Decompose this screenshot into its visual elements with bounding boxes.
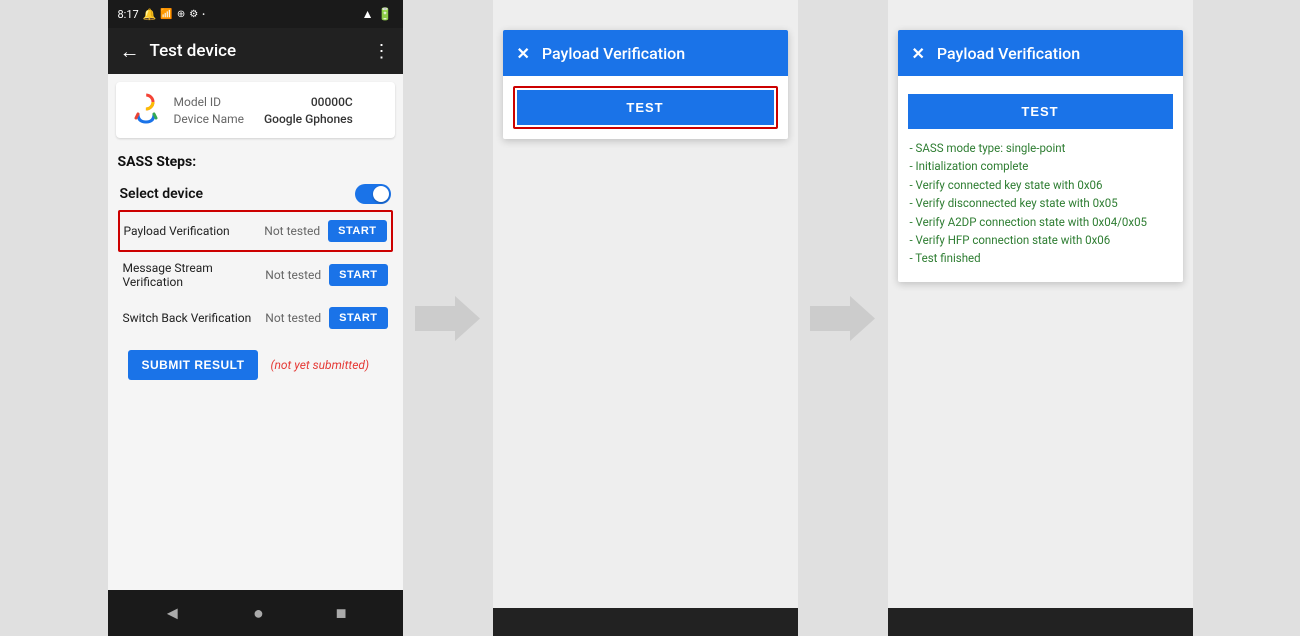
- dialog-header-1: ✕ Payload Verification: [503, 30, 788, 76]
- settings-icon: ⚙: [189, 9, 198, 20]
- submit-section: SUBMIT RESULT (not yet submitted): [118, 338, 393, 392]
- dialog-body-2: TEST - SASS mode type: single-point - In…: [898, 76, 1183, 282]
- notification-icon: 🔔: [143, 8, 157, 21]
- dialog-box-1: ✕ Payload Verification TEST: [503, 30, 788, 139]
- start-button-payload[interactable]: START: [328, 220, 386, 242]
- dialog-bottom-bar-2: [888, 608, 1193, 636]
- step-name-switchback: Switch Back Verification: [123, 311, 258, 325]
- status-right: ▲ 🔋: [362, 7, 393, 21]
- back-button[interactable]: ←: [120, 39, 140, 64]
- model-id-label: Model ID: [174, 95, 221, 109]
- dialog-bottom-bar-1: [493, 608, 798, 636]
- device-logo: [128, 92, 164, 128]
- time-display: 8:17: [118, 8, 139, 21]
- location-icon: ⊕: [177, 9, 185, 20]
- model-id-value: 00000C: [311, 95, 353, 109]
- step-row-message: Message StreamVerification Not tested ST…: [118, 252, 393, 298]
- device-info-card: Model ID 00000C Device Name Google Gphon…: [116, 82, 395, 138]
- dialog-body-1: TEST: [503, 76, 788, 139]
- status-bar: 8:17 🔔 📶 ⊕ ⚙ • ▲ 🔋: [108, 0, 403, 28]
- toolbar-title: Test device: [150, 41, 363, 61]
- log-line-5: - Verify A2DP connection state with 0x04…: [910, 213, 1171, 231]
- step-status-switchback: Not tested: [265, 311, 321, 325]
- device-name-label: Device Name: [174, 112, 245, 126]
- step-status-payload: Not tested: [264, 224, 320, 238]
- start-button-message[interactable]: START: [329, 264, 387, 286]
- dialog-title-2: Payload Verification: [937, 44, 1080, 63]
- dialog-box-2: ✕ Payload Verification TEST - SASS mode …: [898, 30, 1183, 282]
- battery-icon: 🔋: [378, 7, 393, 21]
- step-row-switchback: Switch Back Verification Not tested STAR…: [118, 298, 393, 338]
- step-row-payload: Payload Verification Not tested START: [118, 210, 393, 252]
- phone-toolbar: ← Test device ⋮: [108, 28, 403, 74]
- arrow-icon-2: [810, 296, 875, 341]
- arrow-2: [798, 0, 888, 636]
- recents-nav-icon[interactable]: ■: [336, 603, 347, 624]
- device-name-value: Google Gphones: [264, 112, 353, 126]
- log-line-7: - Test finished: [910, 249, 1171, 267]
- log-line-3: - Verify connected key state with 0x06: [910, 176, 1171, 194]
- test-button-2[interactable]: TEST: [908, 94, 1173, 129]
- submit-result-button[interactable]: SUBMIT RESULT: [128, 350, 259, 380]
- dialog-close-2[interactable]: ✕: [912, 44, 925, 63]
- arrow-1: [403, 0, 493, 636]
- start-button-switchback[interactable]: START: [329, 307, 387, 329]
- dot-icon: •: [202, 10, 205, 19]
- device-details: Model ID 00000C Device Name Google Gphon…: [174, 95, 353, 126]
- home-nav-icon[interactable]: ●: [253, 603, 264, 624]
- sass-section: SASS Steps: Select device Payload Verifi…: [108, 146, 403, 396]
- log-line-1: - SASS mode type: single-point: [910, 139, 1171, 157]
- step-name-message: Message StreamVerification: [123, 261, 258, 289]
- wifi-icon: ▲: [362, 7, 374, 21]
- back-nav-icon[interactable]: ◄: [163, 603, 181, 624]
- step-status-message: Not tested: [265, 268, 321, 282]
- model-id-row: Model ID 00000C: [174, 95, 353, 109]
- dialog-header-2: ✕ Payload Verification: [898, 30, 1183, 76]
- dialog-panel-2: ✕ Payload Verification TEST - SASS mode …: [888, 0, 1193, 636]
- dialog-panel-1: ✕ Payload Verification TEST: [493, 0, 798, 636]
- dialog-title-1: Payload Verification: [542, 44, 685, 63]
- step-name-payload: Payload Verification: [124, 224, 257, 238]
- sass-title: SASS Steps:: [118, 154, 393, 170]
- arrow-icon-1: [415, 296, 480, 341]
- phone-nav-bar: ◄ ● ■: [108, 590, 403, 636]
- more-menu-icon[interactable]: ⋮: [373, 41, 391, 62]
- log-line-6: - Verify HFP connection state with 0x06: [910, 231, 1171, 249]
- dialog-log: - SASS mode type: single-point - Initial…: [908, 135, 1173, 272]
- phone-app: ← Test device ⋮ Model ID 00000C Device N…: [108, 28, 403, 590]
- status-left: 8:17 🔔 📶 ⊕ ⚙ •: [118, 8, 205, 21]
- log-line-4: - Verify disconnected key state with 0x0…: [910, 194, 1171, 212]
- select-device-label: Select device: [120, 186, 204, 202]
- select-device-toggle[interactable]: [355, 184, 391, 204]
- log-line-2: - Initialization complete: [910, 157, 1171, 175]
- device-name-row: Device Name Google Gphones: [174, 112, 353, 126]
- sim-icon: 📶: [160, 9, 172, 20]
- dialog-close-1[interactable]: ✕: [517, 44, 530, 63]
- select-device-row: Select device: [118, 178, 393, 210]
- test-button-1[interactable]: TEST: [517, 90, 774, 125]
- submit-status: (not yet submitted): [270, 358, 369, 372]
- steps-list: Payload Verification Not tested START Me…: [118, 210, 393, 338]
- test-btn-wrapper: TEST: [513, 86, 778, 129]
- phone-panel: 8:17 🔔 📶 ⊕ ⚙ • ▲ 🔋 ← Test device ⋮: [108, 0, 403, 636]
